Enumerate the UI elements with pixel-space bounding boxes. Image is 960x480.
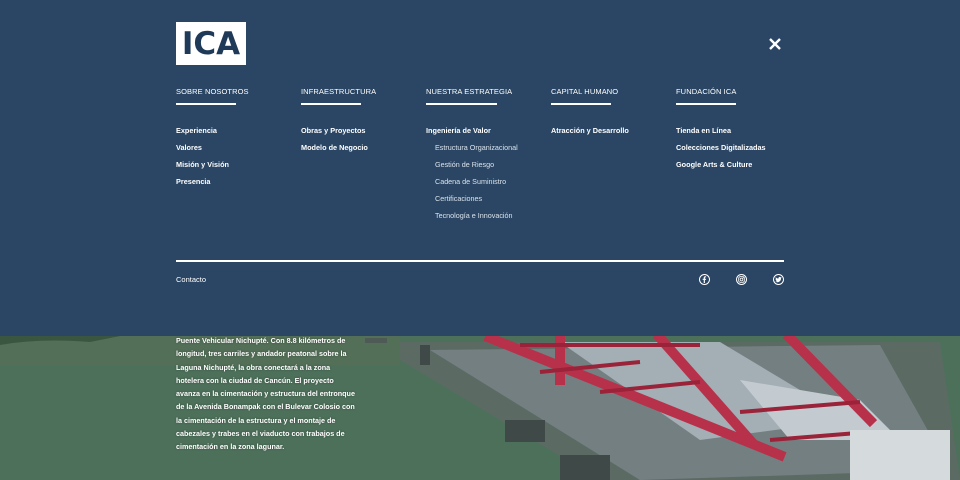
instagram-icon [738, 276, 745, 283]
mega-menu-overlay: ICA SOBRE NOSOTROS Experiencia Valores M… [0, 0, 960, 336]
close-icon [769, 38, 781, 50]
menu-sublink-tecnologia-innovacion[interactable]: Tecnología e Innovación [426, 211, 546, 228]
menu-link-experiencia[interactable]: Experiencia [176, 126, 296, 143]
menu-link-atraccion-desarrollo[interactable]: Atracción y Desarrollo [551, 126, 671, 143]
ica-logo[interactable]: ICA [176, 22, 246, 65]
column-underline [176, 103, 236, 105]
menu-link-obras-proyectos[interactable]: Obras y Proyectos [301, 126, 421, 143]
menu-column-title[interactable]: NUESTRA ESTRATEGIA [426, 87, 546, 97]
close-menu-button[interactable] [765, 34, 785, 54]
menu-column-title[interactable]: SOBRE NOSOTROS [176, 87, 296, 97]
facebook-button[interactable] [699, 274, 710, 285]
column-underline [426, 103, 497, 105]
menu-link-google-arts-culture[interactable]: Google Arts & Culture [676, 160, 796, 177]
menu-sublink-certificaciones[interactable]: Certificaciones [426, 194, 546, 211]
menu-column-title[interactable]: CAPITAL HUMANO [551, 87, 671, 97]
menu-link-tienda-linea[interactable]: Tienda en Línea [676, 126, 796, 143]
column-underline [301, 103, 361, 105]
menu-link-mision-vision[interactable]: Misión y Visión [176, 160, 296, 177]
menu-sublink-estructura-organizacional[interactable]: Estructura Organizacional [426, 143, 546, 160]
menu-column-infraestructura: INFRAESTRUCTURA Obras y Proyectos Modelo… [301, 87, 421, 160]
column-underline [551, 103, 611, 105]
menu-column-nuestra-estrategia: NUESTRA ESTRATEGIA Ingeniería de Valor E… [426, 87, 546, 228]
menu-link-modelo-negocio[interactable]: Modelo de Negocio [301, 143, 421, 160]
menu-column-title[interactable]: INFRAESTRUCTURA [301, 87, 421, 97]
contact-link[interactable]: Contacto [176, 275, 206, 285]
footer-divider [176, 260, 784, 262]
menu-column-title[interactable]: FUNDACIÓN ICA [676, 87, 796, 97]
menu-link-valores[interactable]: Valores [176, 143, 296, 160]
menu-sublink-cadena-suministro[interactable]: Cadena de Suministro [426, 177, 546, 194]
menu-link-ingenieria-valor[interactable]: Ingeniería de Valor [426, 126, 546, 143]
twitter-icon [775, 276, 782, 283]
facebook-icon [702, 276, 707, 283]
hero-caption: Puente Vehicular Nichupté. Con 8.8 kilóm… [176, 336, 355, 452]
logo-text: ICA [181, 25, 241, 62]
instagram-button[interactable] [736, 274, 747, 285]
menu-column-fundacion-ica: FUNDACIÓN ICA Tienda en Línea Coleccione… [676, 87, 796, 177]
column-underline [676, 103, 736, 105]
menu-column-sobre-nosotros: SOBRE NOSOTROS Experiencia Valores Misió… [176, 87, 296, 194]
menu-column-capital-humano: CAPITAL HUMANO Atracción y Desarrollo [551, 87, 671, 143]
menu-link-presencia[interactable]: Presencia [176, 177, 296, 194]
twitter-button[interactable] [773, 274, 784, 285]
menu-link-colecciones-digitalizadas[interactable]: Colecciones Digitalizadas [676, 143, 796, 160]
menu-sublink-gestion-riesgo[interactable]: Gestión de Riesgo [426, 160, 546, 177]
